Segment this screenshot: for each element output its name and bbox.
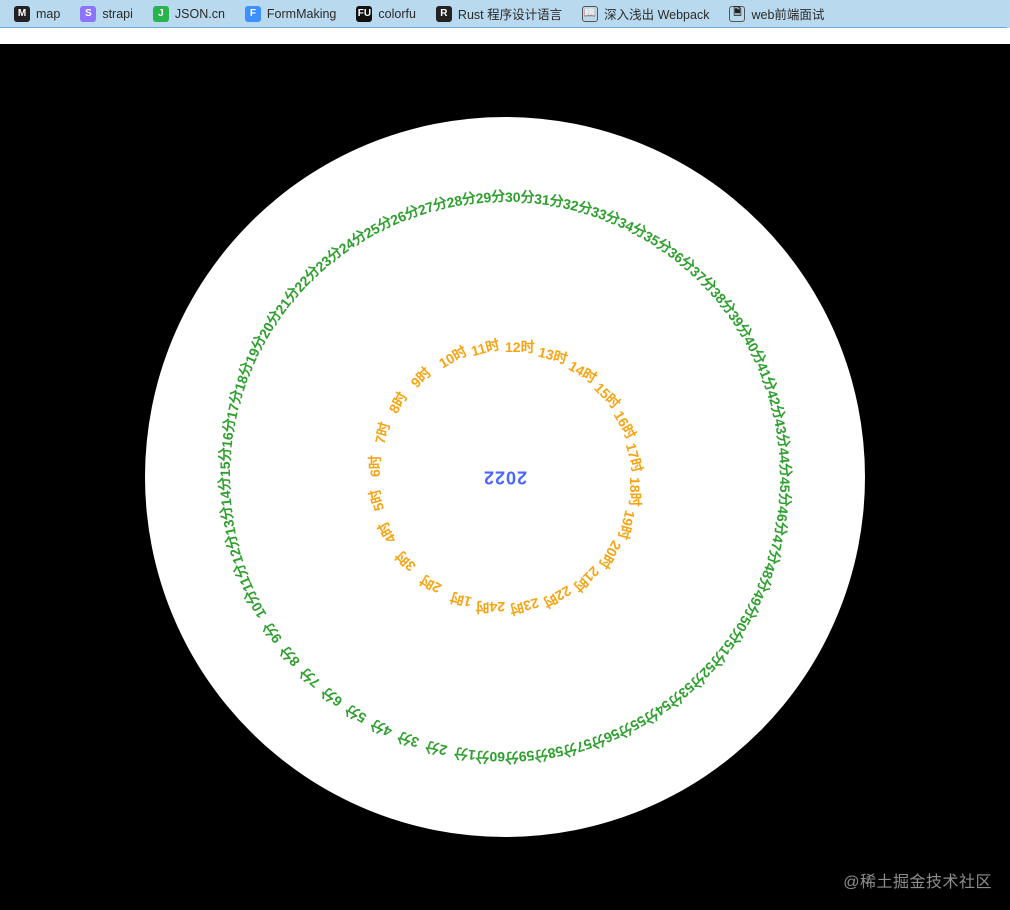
hour-label: 3时 [391, 546, 421, 576]
hour-label: 17时 [621, 441, 648, 475]
bookmarks-bar: MmapSstrapiJJSON.cnFFormMakingFUcolorfuR… [0, 0, 1010, 28]
minute-label: 60分 [475, 747, 505, 767]
minute-label: 17分 [221, 388, 247, 421]
minute-label: 8分 [275, 641, 304, 671]
bookmark-item[interactable]: F FormMaking [237, 4, 344, 24]
minute-label: 43分 [769, 417, 795, 450]
hour-label: 5时 [364, 487, 389, 513]
hour-label: 18时 [625, 477, 645, 507]
hour-label: 13时 [536, 342, 570, 369]
minute-label: 1分 [453, 743, 477, 765]
clock-center-year: 2022 [483, 467, 527, 488]
hour-label: 22时 [539, 581, 575, 613]
hour-label: 20时 [594, 537, 626, 573]
minute-label: 3分 [395, 727, 422, 753]
minute-label: 58分 [532, 741, 565, 767]
bookmark-label: strapi [102, 7, 133, 21]
minute-label: 15分 [215, 447, 235, 477]
minute-label: 6分 [317, 683, 346, 712]
hour-label: 1时 [448, 587, 474, 612]
bookmark-icon: 📖 [582, 6, 598, 22]
bookmark-label: Rust 程序设计语言 [458, 4, 562, 23]
hour-label: 10时 [435, 341, 471, 373]
minute-label: 59分 [504, 746, 536, 769]
minute-label: 9分 [258, 618, 287, 647]
toolbar-gap [0, 28, 1010, 44]
bookmark-icon: S [80, 6, 96, 22]
clock-disc: 2022 1时2时3时4时5时6时7时8时9时10时11时12时13时14时15… [145, 117, 865, 837]
bookmark-item[interactable]: R Rust 程序设计语言 [428, 2, 570, 25]
hour-label: 12时 [505, 337, 535, 357]
hour-label: 7时 [370, 420, 395, 446]
hour-label: 14时 [565, 356, 601, 388]
bookmark-icon: 🗎 [729, 6, 745, 22]
minute-label: 31分 [533, 189, 565, 212]
bookmark-label: map [36, 7, 60, 21]
minute-label: 28分 [445, 187, 478, 213]
bookmark-icon: FU [356, 6, 372, 22]
minute-label: 4分 [367, 715, 395, 742]
minute-label: 12分 [220, 532, 248, 566]
bookmark-item[interactable]: FU colorfu [348, 4, 424, 24]
bookmark-item[interactable]: J JSON.cn [145, 4, 233, 24]
minute-label: 14分 [213, 476, 236, 508]
hour-label: 2时 [416, 570, 445, 598]
hour-label: 4时 [373, 518, 401, 547]
bookmark-item[interactable]: 🗎 web前端面试 [721, 2, 832, 25]
bookmark-icon: R [436, 6, 452, 22]
hour-label: 6时 [365, 455, 385, 477]
minute-label: 5分 [341, 700, 370, 728]
hour-label: 16时 [609, 407, 641, 443]
watermark: @稀土掘金技术社区 [843, 868, 992, 892]
minute-label: 57分 [560, 734, 594, 762]
hour-label: 21时 [569, 562, 604, 597]
minute-label: 16分 [217, 417, 240, 449]
bookmark-icon: M [14, 6, 30, 22]
hour-label: 11时 [469, 334, 502, 361]
hour-label: 9时 [406, 363, 436, 393]
bookmark-icon: F [245, 6, 261, 22]
minute-label: 45分 [775, 477, 795, 507]
minute-label: 7分 [295, 663, 325, 692]
minute-label: 44分 [774, 447, 797, 479]
hour-label: 19时 [613, 508, 640, 542]
bookmark-item[interactable]: Mmap [6, 4, 68, 24]
bookmark-label: FormMaking [267, 7, 336, 21]
bookmark-label: 深入浅出 Webpack [604, 4, 709, 23]
minute-label: 29分 [475, 185, 507, 208]
bookmark-icon: J [153, 6, 169, 22]
minute-label: 30分 [505, 187, 535, 207]
bookmark-item[interactable]: 📖 深入浅出 Webpack [574, 2, 717, 25]
hour-label: 8时 [384, 388, 412, 417]
minute-label: 13分 [215, 504, 241, 537]
hour-label: 24时 [475, 597, 505, 617]
canvas-area: 2022 1时2时3时4时5时6时7时8时9时10时11时12时13时14时15… [0, 44, 1010, 910]
bookmark-label: JSON.cn [175, 7, 225, 21]
bookmark-label: colorfu [378, 7, 416, 21]
bookmark-item[interactable]: Sstrapi [72, 4, 141, 24]
minute-label: 46分 [770, 505, 793, 537]
minute-label: 2分 [423, 737, 448, 761]
hour-label: 23时 [507, 593, 541, 620]
bookmark-label: web前端面试 [751, 4, 824, 23]
hour-label: 15时 [590, 378, 625, 413]
